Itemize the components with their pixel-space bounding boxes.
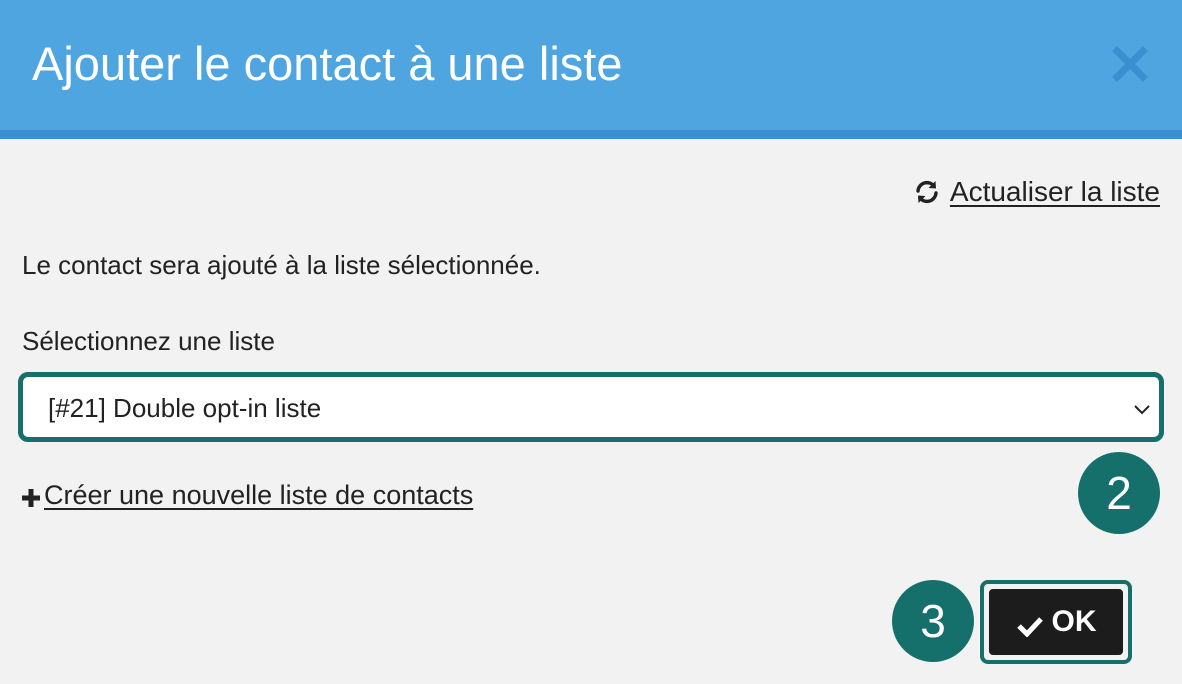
step-badge-3: 3 [892, 580, 974, 662]
refresh-icon [914, 179, 940, 205]
create-list-link[interactable]: Créer une nouvelle liste de contacts [20, 480, 473, 511]
ok-button[interactable]: OK [989, 589, 1123, 655]
create-list-label: Créer une nouvelle liste de contacts [44, 480, 474, 510]
refresh-list-link[interactable]: Actualiser la liste [914, 176, 1160, 208]
refresh-list-label: Actualiser la liste [949, 176, 1160, 207]
check-icon [1016, 611, 1044, 638]
list-select[interactable]: [#21] Double opt-in liste [18, 372, 1164, 442]
close-icon[interactable] [1106, 40, 1154, 88]
help-text: Le contact sera ajouté à la liste sélect… [22, 250, 541, 280]
step-badge-2: 2 [1078, 452, 1160, 534]
dialog-title: Ajouter le contact à une liste [32, 37, 623, 90]
chevron-down-icon [1133, 403, 1151, 415]
dialog-header: Ajouter le contact à une liste [0, 0, 1182, 139]
list-select-label: Sélectionnez une liste [22, 326, 275, 356]
plus-icon [20, 485, 42, 507]
list-select-value: [#21] Double opt-in liste [48, 393, 322, 423]
ok-button-label: OK [1051, 605, 1097, 638]
